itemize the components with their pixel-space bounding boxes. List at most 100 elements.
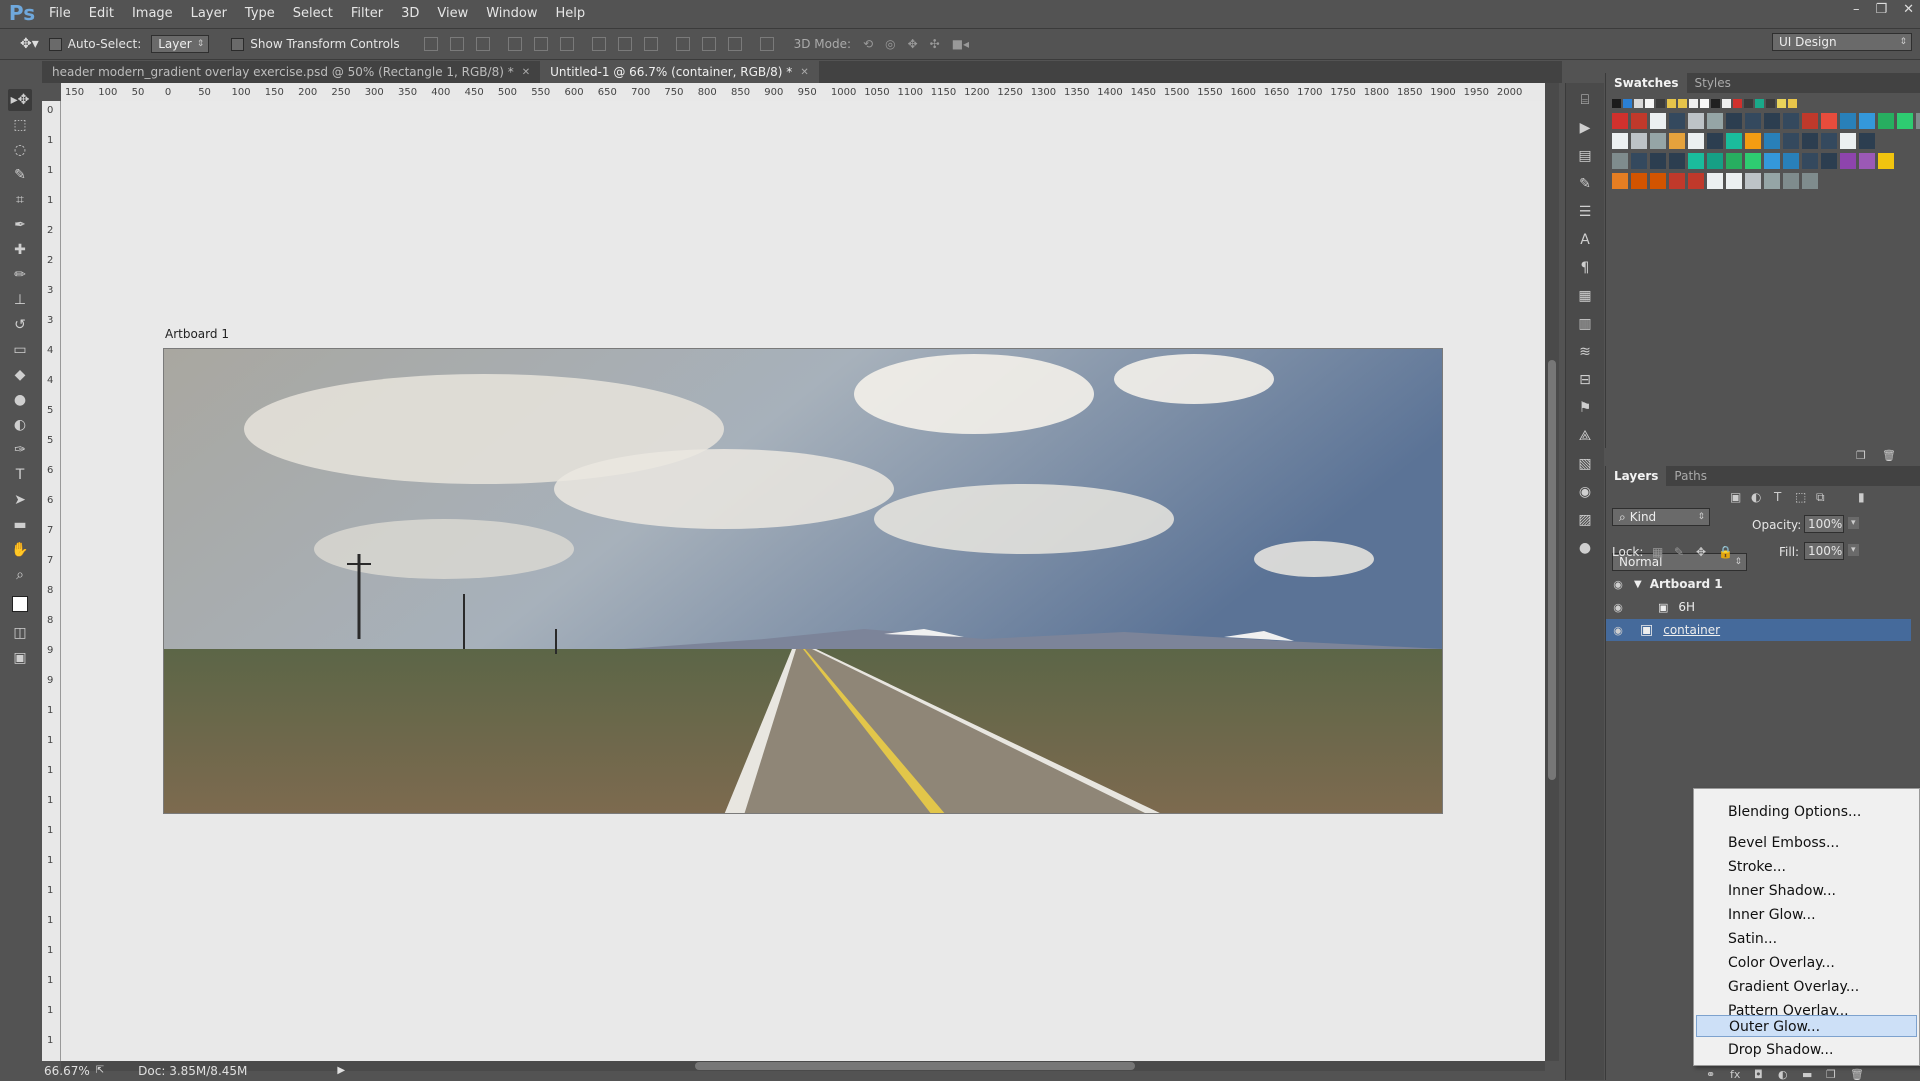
zoom-tool-icon[interactable]: ⌕ <box>8 564 32 586</box>
color-swatch[interactable] <box>1688 113 1704 129</box>
color-swatch[interactable] <box>1645 99 1654 108</box>
color-swatch[interactable] <box>1631 113 1647 129</box>
color-swatch[interactable] <box>1744 99 1753 108</box>
layer-kind-filter[interactable]: ⌕ Kind <box>1612 508 1710 526</box>
color-swatch[interactable] <box>1840 113 1856 129</box>
marquee-tool-icon[interactable]: ⬚ <box>8 114 32 136</box>
eye-icon[interactable]: ◉ <box>1606 601 1630 614</box>
color-swatch[interactable] <box>1711 99 1720 108</box>
color-swatch[interactable] <box>1783 113 1799 129</box>
auto-select-checkbox[interactable] <box>48 37 62 51</box>
distribute-bottom-icon[interactable] <box>643 37 658 51</box>
move-tool-icon[interactable]: ▸✥ <box>8 89 32 111</box>
filter-shape-icon[interactable]: ⬚ <box>1795 490 1806 504</box>
crop-tool-icon[interactable]: ⌗ <box>8 189 32 211</box>
eraser-tool-icon[interactable]: ▭ <box>8 339 32 361</box>
filter-toggle-icon[interactable]: ▮ <box>1858 490 1865 504</box>
ruler-top[interactable]: 150 100 50 0 50 100 150 200 250 300 350 400 450 500 55… <box>61 83 1545 102</box>
align-right-icon[interactable] <box>559 37 574 51</box>
layer-styles-icon[interactable]: fx <box>1730 1068 1740 1081</box>
color-swatch[interactable] <box>1783 153 1799 169</box>
color-swatch[interactable] <box>1669 113 1685 129</box>
3d-scale-icon[interactable]: ■◂ <box>952 37 969 51</box>
color-swatch[interactable] <box>1755 99 1764 108</box>
color-swatch[interactable] <box>1612 153 1628 169</box>
minimize-button[interactable]: – <box>1853 2 1860 17</box>
color-swatch[interactable] <box>1745 173 1761 189</box>
tab-styles[interactable]: Styles <box>1687 76 1739 90</box>
menu-type[interactable]: Type <box>236 6 284 21</box>
color-swatch[interactable] <box>1764 113 1780 129</box>
color-swatch[interactable] <box>1821 113 1837 129</box>
color-swatch[interactable] <box>1726 113 1742 129</box>
color-swatch[interactable] <box>1764 153 1780 169</box>
layer-row-artboard[interactable]: ◉ ▼ Artboard 1 <box>1606 573 1911 595</box>
status-menu-arrow-icon[interactable]: ▶ <box>337 1065 345 1076</box>
color-swatch[interactable] <box>1821 133 1837 149</box>
lock-position-icon[interactable]: ✥ <box>1696 545 1706 559</box>
shape-tool-icon[interactable]: ▬ <box>8 514 32 536</box>
color-swatch[interactable] <box>1707 153 1723 169</box>
filter-pixel-icon[interactable]: ▣ <box>1730 490 1741 504</box>
color-swatch[interactable] <box>1612 173 1628 189</box>
quick-select-tool-icon[interactable]: ✎ <box>8 164 32 186</box>
history-icon[interactable]: ⌸ <box>1574 89 1596 111</box>
tab-swatches[interactable]: Swatches <box>1606 73 1687 93</box>
3d-roll-icon[interactable]: ◎ <box>885 37 895 51</box>
align-vcenter-icon[interactable] <box>449 37 464 51</box>
paint-bucket-icon[interactable]: ◆ <box>8 364 32 386</box>
color-drop-icon[interactable]: ● <box>1574 537 1596 559</box>
color-swatch[interactable] <box>1688 133 1704 149</box>
color-swatch[interactable] <box>1612 99 1621 108</box>
color-swatch[interactable] <box>1840 153 1856 169</box>
color-swatch[interactable] <box>1897 113 1913 129</box>
fill-field[interactable]: 100% <box>1804 542 1844 560</box>
quick-mask-icon[interactable]: ◫ <box>8 622 32 644</box>
actions-play-icon[interactable]: ▶ <box>1574 117 1596 139</box>
show-transform-checkbox[interactable] <box>231 37 245 51</box>
new-layer-icon[interactable]: ❐ <box>1826 1068 1836 1081</box>
type-tool-icon[interactable]: T <box>8 464 32 486</box>
dodge-tool-icon[interactable]: ◐ <box>8 414 32 436</box>
close-icon[interactable]: ✕ <box>522 67 530 78</box>
menu-item-blending-options[interactable]: Blending Options... <box>1696 801 1917 823</box>
align-hcenter-icon[interactable] <box>533 37 548 51</box>
color-swatch[interactable] <box>1707 173 1723 189</box>
color-swatch[interactable] <box>1650 133 1666 149</box>
layer-comps-icon[interactable]: ▦ <box>1574 285 1596 307</box>
lock-image-icon[interactable]: ✎ <box>1674 545 1684 559</box>
color-swatch[interactable] <box>1764 133 1780 149</box>
screen-mode-icon[interactable]: ▣ <box>8 647 32 669</box>
info-icon[interactable]: ▤ <box>1574 145 1596 167</box>
export-icon[interactable]: ⇱ <box>96 1065 104 1076</box>
ruler-left[interactable]: 0 1 1 1 2 2 3 3 4 4 5 5 6 6 7 7 8 8 9 9 1 1 1 1 1 1 1 1 1 1 1 1 <box>42 101 61 1061</box>
align-top-icon[interactable] <box>423 37 438 51</box>
close-button[interactable]: ✕ <box>1903 2 1914 17</box>
menu-item-color-overlay[interactable]: Color Overlay... <box>1696 952 1917 974</box>
color-swatch[interactable] <box>1745 133 1761 149</box>
color-swatch[interactable] <box>1726 153 1742 169</box>
color-swatch[interactable] <box>1821 153 1837 169</box>
new-group-icon[interactable]: ▬ <box>1802 1068 1812 1081</box>
color-swatch[interactable] <box>1650 153 1666 169</box>
menu-item-inner-shadow[interactable]: Inner Shadow... <box>1696 880 1917 902</box>
distribute-top-icon[interactable] <box>591 37 606 51</box>
new-swatch-icon[interactable]: ❐ <box>1856 449 1866 462</box>
color-swatch[interactable] <box>1726 133 1742 149</box>
color-swatch[interactable] <box>1783 173 1799 189</box>
path-select-tool-icon[interactable]: ➤ <box>8 489 32 511</box>
color-swatch[interactable] <box>1707 133 1723 149</box>
color-swatch[interactable] <box>1631 133 1647 149</box>
color-swatch[interactable] <box>1777 99 1786 108</box>
menu-help[interactable]: Help <box>547 6 595 21</box>
auto-select-dropdown[interactable]: Layer <box>151 35 210 53</box>
color-swatch[interactable] <box>1726 173 1742 189</box>
move-tool-icon[interactable]: ✥▾ <box>20 36 39 52</box>
distribute-right-icon[interactable] <box>727 37 742 51</box>
color-swatch[interactable] <box>1859 153 1875 169</box>
auto-align-icon[interactable] <box>759 37 774 51</box>
add-mask-icon[interactable]: ◘ <box>1754 1068 1763 1081</box>
color-swatch[interactable] <box>1650 173 1666 189</box>
menu-item-stroke[interactable]: Stroke... <box>1696 856 1917 878</box>
lasso-tool-icon[interactable]: ◌ <box>8 139 32 161</box>
